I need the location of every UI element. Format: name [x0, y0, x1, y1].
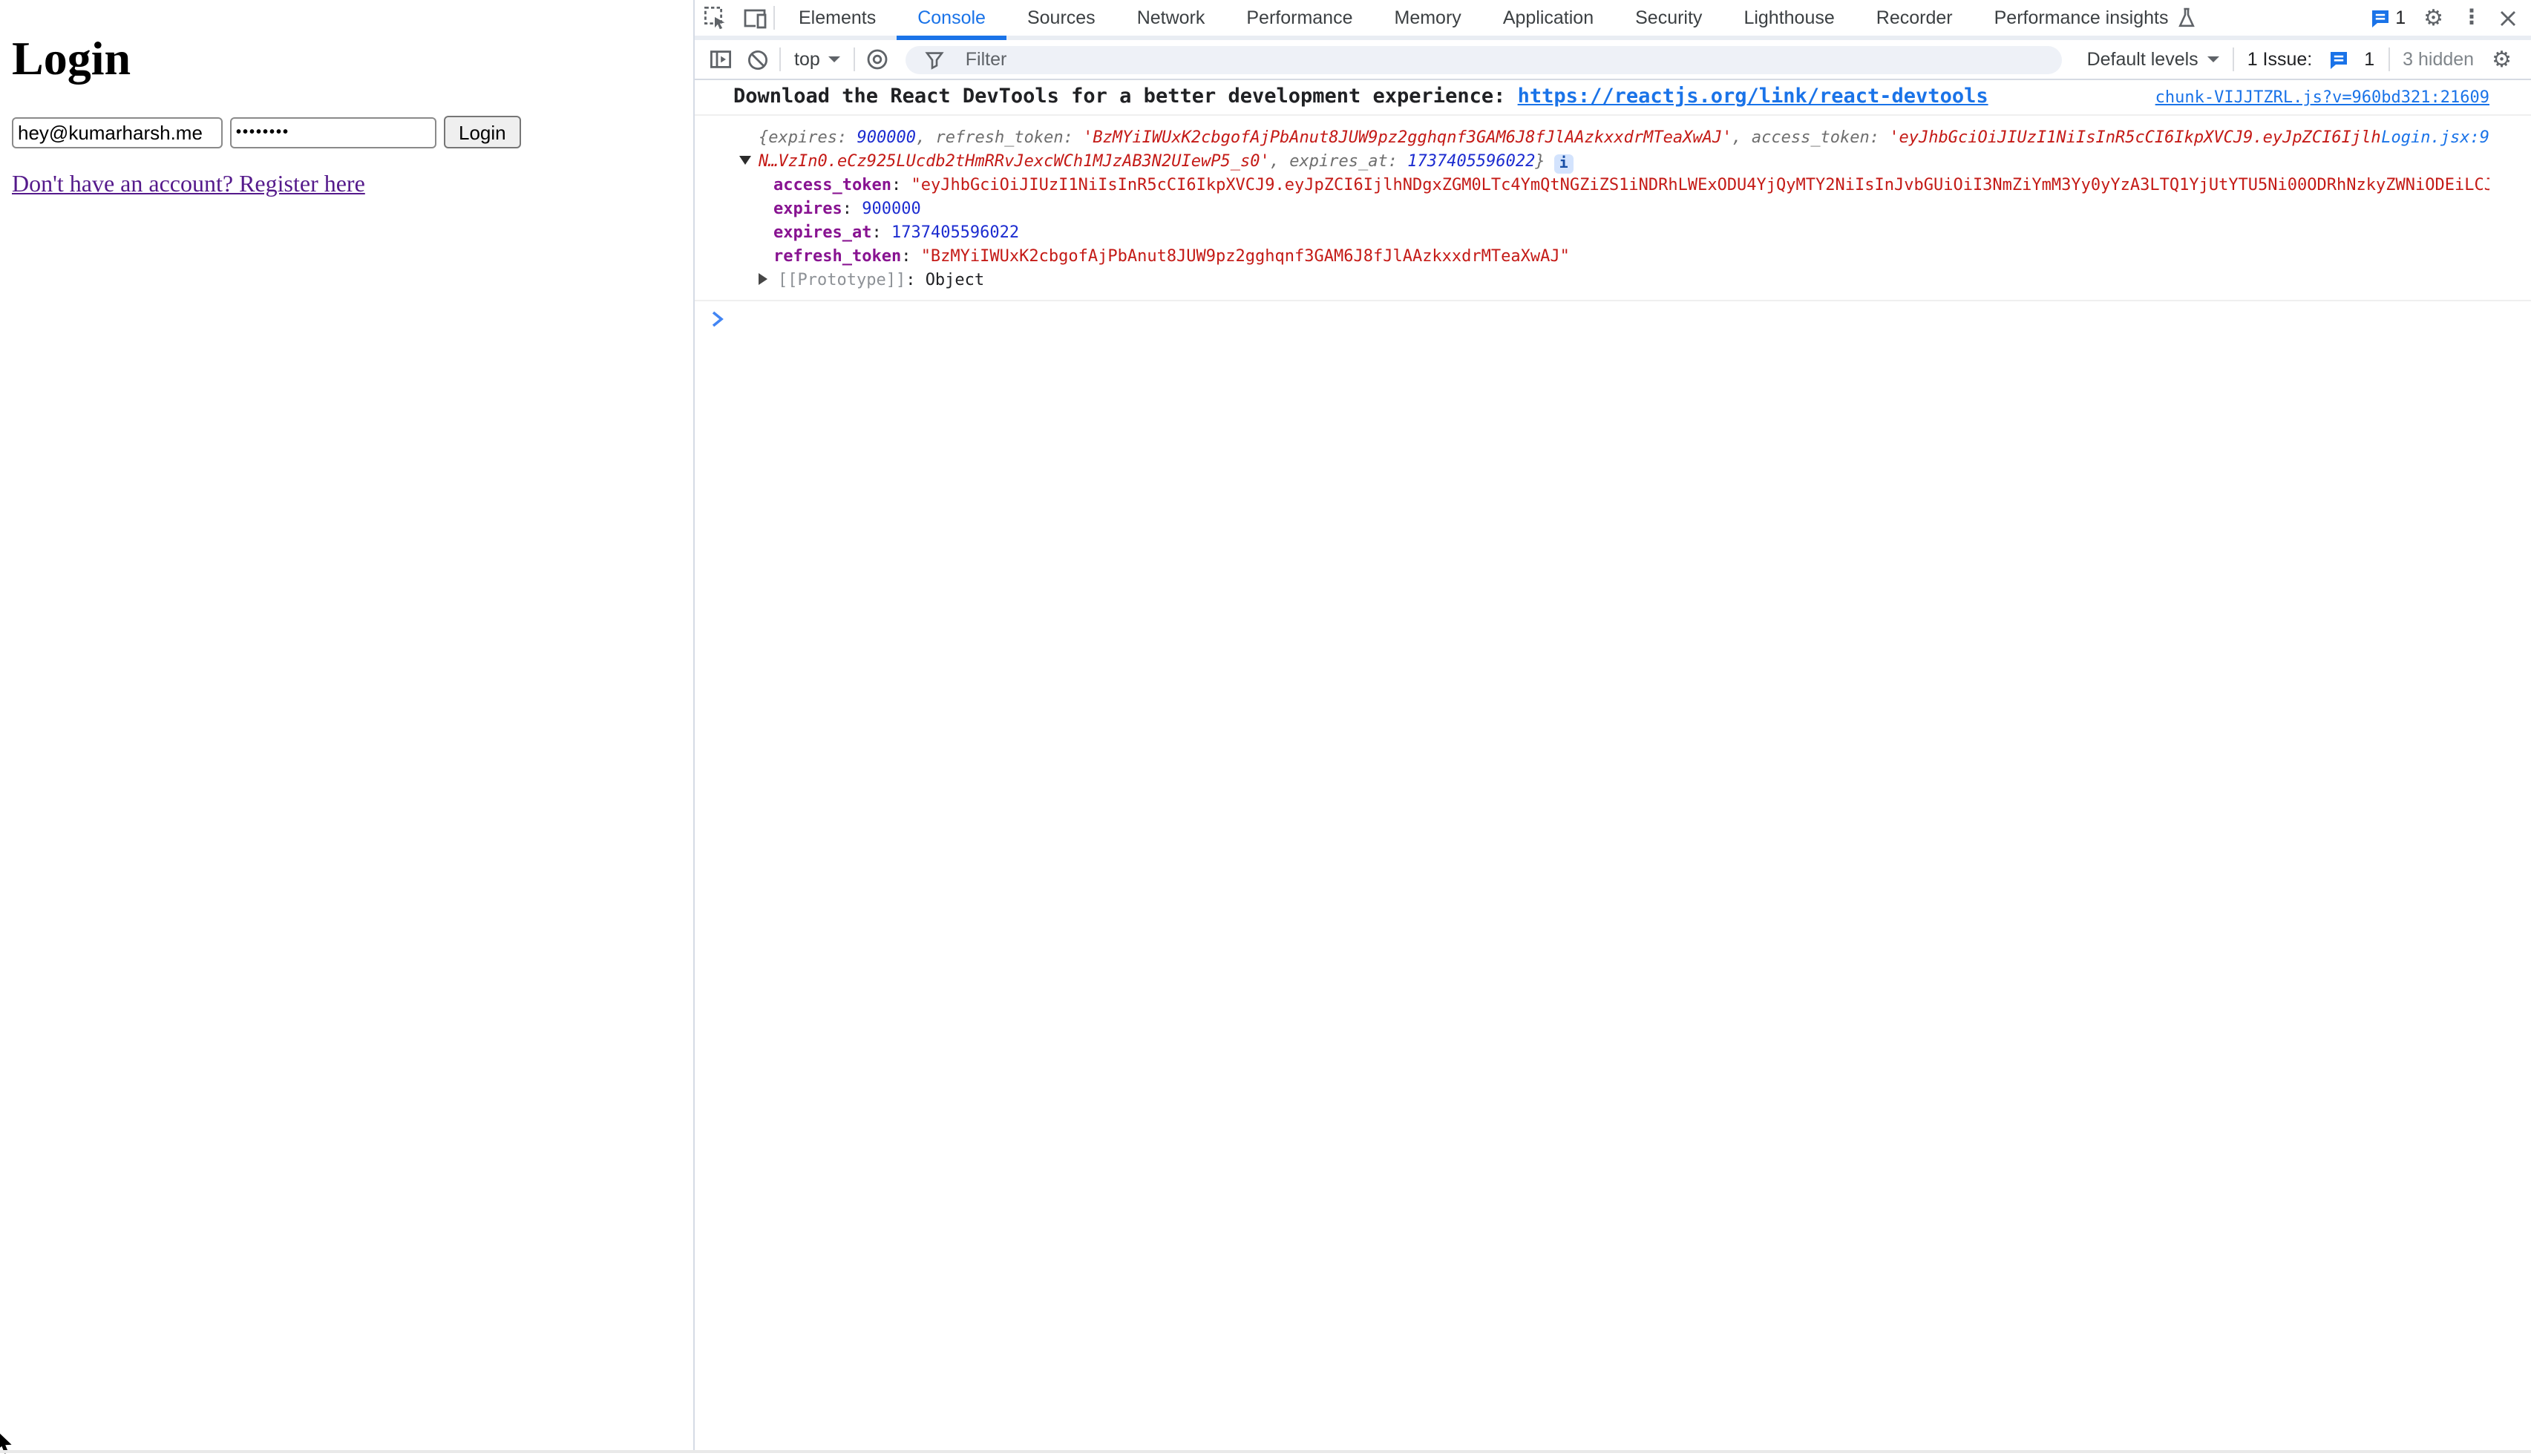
hidden-messages-count[interactable]: 3 hidden	[2392, 49, 2484, 70]
register-row: Don't have an account? Register here	[12, 172, 681, 199]
chevron-down-icon	[829, 56, 841, 62]
console-settings-icon[interactable]: ⚙	[2484, 46, 2519, 73]
inspect-element-icon[interactable]	[704, 6, 727, 30]
console-sidebar-icon[interactable]	[702, 49, 739, 70]
devtools-tabbar: Elements Console Sources Network Perform…	[695, 0, 2531, 40]
object-property-row: access_token: "eyJhbGciOiJIUzI1NiIsInR5c…	[759, 174, 2489, 197]
live-expression-eye-icon[interactable]	[859, 47, 897, 71]
tab-lighthouse[interactable]: Lighthouse	[1723, 0, 1855, 36]
register-link[interactable]: Don't have an account? Register here	[12, 172, 365, 197]
tab-performance[interactable]: Performance	[1225, 0, 1373, 36]
device-toolbar-icon[interactable]	[742, 7, 767, 29]
tab-console[interactable]: Console	[897, 0, 1006, 36]
console-prompt[interactable]	[695, 301, 2531, 328]
javascript-context-select[interactable]: top	[784, 49, 851, 70]
window-bottom-edge	[0, 1450, 2531, 1453]
tab-memory[interactable]: Memory	[1374, 0, 1482, 36]
source-link[interactable]: Login.jsx:9	[2381, 126, 2489, 150]
tab-elements[interactable]: Elements	[778, 0, 897, 36]
object-property-row: refresh_token: "BzMYiIWUxK2cbgofAjPbAnut…	[759, 245, 2489, 269]
filter-funnel-icon	[918, 50, 952, 69]
log-levels-select[interactable]: Default levels	[2077, 49, 2230, 70]
tab-application[interactable]: Application	[1482, 0, 1614, 36]
chevron-down-icon	[2207, 56, 2219, 62]
settings-icon[interactable]: ⚙	[2423, 4, 2443, 31]
message-text: Download the React DevTools for a better…	[733, 85, 1518, 108]
divider	[2233, 47, 2234, 71]
login-form: Login	[12, 116, 681, 148]
info-icon: i	[1554, 154, 1574, 174]
console-toolbar: top Default levels	[695, 40, 2531, 80]
tab-sources[interactable]: Sources	[1006, 0, 1116, 36]
collapse-triangle-icon[interactable]	[739, 156, 751, 165]
console-message-react-devtools: chunk-VIJJTZRL.js?v=960bd321:21609 Downl…	[695, 80, 2531, 116]
divider	[773, 6, 775, 30]
clear-console-icon[interactable]	[739, 48, 776, 70]
login-button[interactable]: Login	[444, 116, 521, 148]
flask-icon	[2177, 7, 2195, 28]
react-devtools-link[interactable]: https://reactjs.org/link/react-devtools	[1518, 85, 1988, 108]
tab-recorder[interactable]: Recorder	[1856, 0, 1974, 36]
console-message-object: Login.jsx:9{expires: 900000, refresh_tok…	[695, 116, 2531, 301]
prompt-chevron-icon	[711, 310, 724, 328]
issues-bubble-icon	[2321, 50, 2355, 69]
expand-triangle-icon[interactable]	[759, 273, 767, 285]
devtools-tabs: Elements Console Sources Network Perform…	[778, 0, 2216, 36]
more-options-icon[interactable]: ⋮	[2461, 6, 2482, 30]
password-field[interactable]	[230, 117, 436, 148]
browser-page: Login Login Don't have an account? Regis…	[0, 0, 693, 1453]
source-link[interactable]: chunk-VIJJTZRL.js?v=960bd321:21609	[2155, 86, 2489, 110]
divider	[854, 47, 856, 71]
filter-box[interactable]	[906, 45, 2062, 73]
divider	[2388, 47, 2389, 71]
tab-performance-insights[interactable]: Performance insights	[1974, 0, 2216, 36]
issues-count: 1	[2395, 7, 2406, 28]
email-field[interactable]	[12, 117, 223, 148]
tab-network[interactable]: Network	[1116, 0, 1226, 36]
close-icon[interactable]	[2500, 10, 2516, 26]
console-messages: chunk-VIJJTZRL.js?v=960bd321:21609 Downl…	[695, 80, 2531, 1453]
toolbar-issues-counter[interactable]: 1 Issue: 1	[2237, 49, 2385, 70]
filter-input[interactable]	[963, 47, 2050, 71]
divider	[779, 47, 781, 71]
prototype-row[interactable]: [[Prototype]]: Object	[759, 269, 2489, 292]
screen: Login Login Don't have an account? Regis…	[0, 0, 2531, 1453]
page-title: Login	[12, 31, 681, 86]
tab-security[interactable]: Security	[1614, 0, 1723, 36]
object-property-row: expires_at: 1737405596022	[759, 221, 2489, 245]
devtools-panel: Elements Console Sources Network Perform…	[693, 0, 2531, 1453]
object-property-row: expires: 900000	[759, 197, 2489, 221]
issues-counter[interactable]: 1	[2370, 7, 2406, 28]
issues-bubble-icon	[2370, 8, 2389, 27]
object-preview[interactable]: Login.jsx:9{expires: 900000, refresh_tok…	[759, 126, 2489, 174]
